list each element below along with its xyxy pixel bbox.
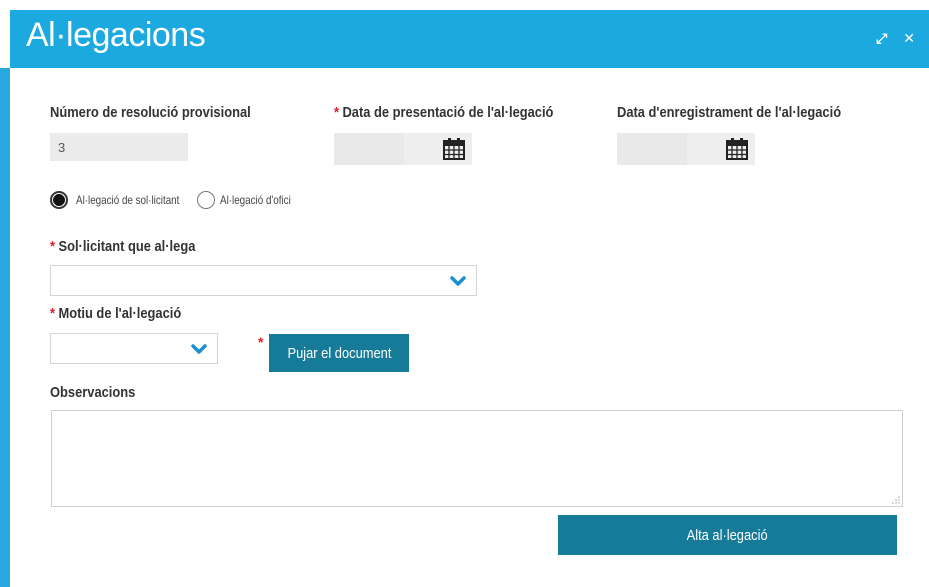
presentation-date-label: Data de presentació de l'al·legació — [342, 104, 554, 121]
resize-handle-icon[interactable] — [892, 496, 900, 504]
upload-document-label: Pujar el document — [287, 344, 391, 362]
dialog-title: Al·legacions — [26, 16, 206, 54]
registration-date-field[interactable] — [617, 133, 755, 165]
required-marker: * — [50, 238, 56, 255]
allegations-dialog: Al·legacions ⤢ ✕ Número de resolució pro… — [0, 0, 929, 587]
chevron-down-icon — [450, 276, 466, 286]
reason-label-wrap: * Motiu de l'al·legació — [50, 305, 181, 322]
applicant-select[interactable] — [50, 265, 477, 296]
radio-applicant-allegation[interactable] — [50, 191, 68, 209]
radio-applicant-label: Al·legació de sol·licitant — [76, 193, 180, 207]
observations-textarea[interactable] — [51, 410, 903, 507]
expand-icon[interactable]: ⤢ — [876, 30, 887, 46]
radio-ex-officio-label: Al·legació d'ofici — [220, 193, 291, 207]
submit-allegation-label: Alta al·legació — [686, 526, 769, 544]
required-marker: * — [334, 104, 340, 121]
resolution-number-field — [50, 133, 188, 161]
resolution-number-label: Número de resolució provisional — [50, 104, 251, 121]
reason-select[interactable] — [50, 333, 218, 364]
upload-document-button[interactable]: Pujar el document — [269, 334, 409, 372]
observations-label: Observacions — [50, 384, 136, 401]
upload-required-marker: * — [258, 334, 264, 350]
chevron-down-icon — [191, 344, 207, 354]
applicant-label: Sol·licitant que al·lega — [58, 238, 196, 255]
presentation-date-field[interactable] — [334, 133, 472, 165]
calendar-icon[interactable] — [442, 137, 466, 161]
close-icon[interactable]: ✕ — [903, 30, 915, 46]
submit-allegation-button[interactable]: Alta al·legació — [558, 515, 897, 555]
calendar-icon[interactable] — [725, 137, 749, 161]
reason-label: Motiu de l'al·legació — [58, 305, 182, 322]
required-marker: * — [50, 305, 56, 322]
dialog-titlebar: Al·legacions ⤢ ✕ — [10, 10, 929, 68]
presentation-date-label-wrap: * Data de presentació de l'al·legació — [334, 104, 553, 121]
applicant-label-wrap: * Sol·licitant que al·lega — [50, 238, 195, 255]
radio-ex-officio-allegation[interactable] — [197, 191, 215, 209]
titlebar-controls: ⤢ ✕ — [864, 30, 915, 47]
registration-date-label: Data d'enregistrament de l'al·legació — [617, 104, 842, 121]
dialog-left-border — [0, 68, 10, 587]
